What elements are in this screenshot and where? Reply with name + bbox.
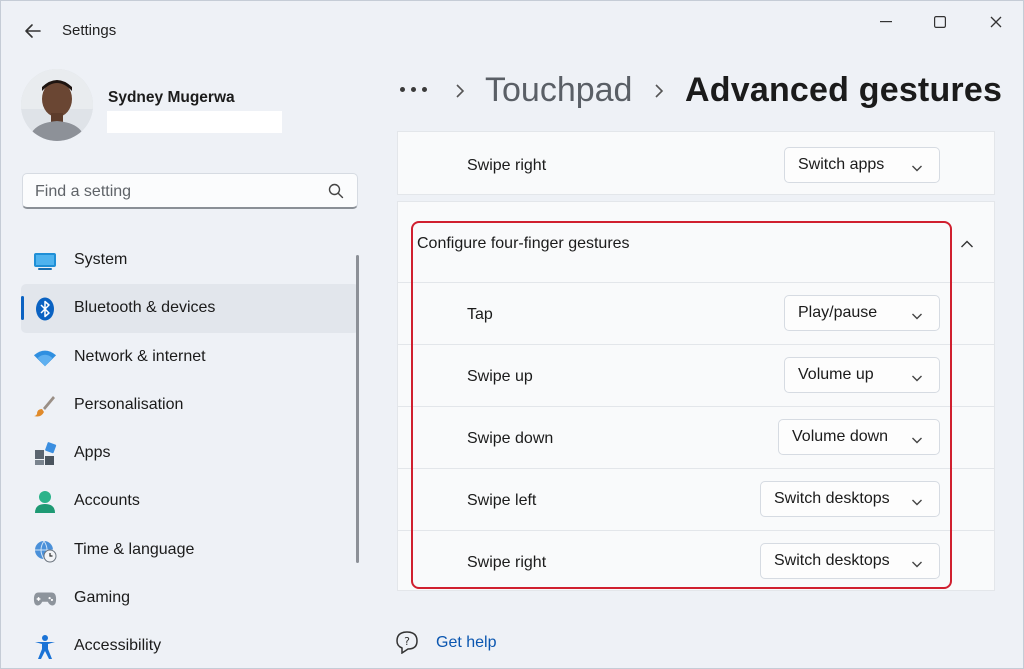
gesture-row-tap: Tap Play/pause [398,283,994,344]
sidebar-item-label: Time & language [74,540,195,558]
swipe-up-dropdown[interactable]: Volume up [784,357,940,393]
sidebar-item-bluetooth-devices[interactable]: Bluetooth & devices [21,284,359,333]
swipe-right-dropdown[interactable]: Switch apps [784,147,940,183]
chevron-down-icon [911,160,923,172]
sidebar-item-accessibility[interactable]: Accessibility [21,622,359,668]
dropdown-value: Volume up [798,366,874,383]
sidebar-item-apps[interactable]: Apps [21,429,359,477]
dropdown-value: Switch apps [798,156,885,173]
sidebar-scrollbar[interactable] [356,255,359,563]
sidebar-item-system[interactable]: System [21,236,359,284]
sidebar-item-label: Apps [74,444,111,462]
bluetooth-icon [33,297,57,321]
dropdown-value: Volume down [792,428,889,445]
search-icon[interactable] [327,182,345,200]
title-bar: Settings [1,1,1023,59]
swipe-right-four-dropdown[interactable]: Switch desktops [760,543,940,579]
wifi-icon [33,346,57,370]
gesture-row-swipe-down: Swipe down Volume down [398,407,994,468]
system-monitor-icon [33,249,57,273]
active-indicator [21,296,24,321]
setting-label: Swipe up [467,368,533,385]
expander-header[interactable]: Configure four-finger gestures [398,202,994,282]
setting-label: Tap [467,306,493,323]
sidebar-nav: System Bluetooth & devices Network & int… [21,236,359,668]
get-help-link[interactable]: Get help [436,634,496,652]
sidebar-item-gaming[interactable]: Gaming [21,574,359,622]
maximize-icon[interactable] [917,9,963,35]
accessibility-icon [33,635,57,660]
gesture-row-swipe-right: Swipe right Switch desktops [398,531,994,592]
accounts-person-icon [33,490,57,514]
search-input[interactable]: Find a setting [35,183,131,201]
swipe-left-dropdown[interactable]: Switch desktops [760,481,940,517]
sidebar-item-label: Accessibility [74,637,162,655]
chevron-right-icon [653,81,665,101]
sidebar-item-label: Accounts [74,492,140,510]
svg-text:?: ? [404,635,410,648]
search-box[interactable]: Find a setting [22,173,358,209]
globe-clock-icon [33,539,57,563]
sidebar-item-network-internet[interactable]: Network & internet [21,333,359,381]
gesture-row-swipe-up: Swipe up Volume up [398,345,994,406]
setting-label: Swipe down [467,430,554,447]
swipe-down-dropdown[interactable]: Volume down [778,419,940,455]
chevron-up-icon[interactable] [960,236,974,254]
chevron-down-icon [911,494,923,506]
chevron-right-icon [454,81,466,101]
sidebar-item-label: Gaming [74,589,131,607]
close-icon[interactable] [973,9,1019,35]
settings-window: Settings Sydney Mugerwa Find a setting S… [0,0,1024,669]
chevron-down-icon [911,308,923,320]
setting-label: Swipe right [467,554,547,571]
sidebar-item-accounts[interactable]: Accounts [21,477,359,525]
page-title: Advanced gestures [685,71,1003,109]
dropdown-value: Switch desktops [774,490,890,507]
gesture-row-swipe-left: Swipe left Switch desktops [398,469,994,530]
apps-icon [33,442,57,466]
sidebar-item-time-language[interactable]: Time & language [21,526,359,574]
user-name: Sydney Mugerwa [108,89,235,106]
sidebar-item-label: Personalisation [74,395,184,413]
sidebar-item-label: Bluetooth & devices [74,299,216,317]
four-finger-gestures-expander: Configure four-finger gestures Tap Play/… [397,201,995,591]
minimize-icon[interactable] [863,9,909,35]
three-finger-swipe-right-row: Swipe right Switch apps [397,131,995,195]
more-icon[interactable] [400,87,427,92]
sidebar-item-label: System [74,251,128,268]
user-email-redacted [107,111,282,133]
setting-label: Swipe right [467,157,547,174]
expander-title: Configure four-finger gestures [417,235,630,252]
chevron-down-icon [911,432,923,444]
app-title: Settings [62,22,117,39]
tap-dropdown[interactable]: Play/pause [784,295,940,331]
chevron-down-icon [911,370,923,382]
sidebar-item-label: Network & internet [74,347,206,365]
dropdown-value: Play/pause [798,304,878,321]
sidebar-item-personalisation[interactable]: Personalisation [21,381,359,429]
help-chat-icon[interactable]: ? [395,630,419,659]
dropdown-value: Switch desktops [774,552,890,569]
setting-label: Swipe left [467,492,537,509]
gamepad-icon [33,587,57,611]
breadcrumb-parent[interactable]: Touchpad [485,71,632,110]
chevron-down-icon [911,556,923,568]
paintbrush-icon [33,394,57,418]
back-arrow-icon[interactable] [21,19,45,43]
avatar[interactable] [21,69,93,141]
